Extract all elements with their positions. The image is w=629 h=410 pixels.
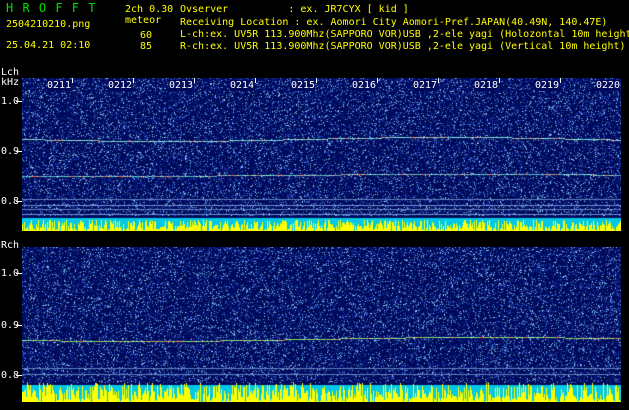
- time-tick-label: 0218: [474, 80, 499, 91]
- lch-spectrogram-canvas: [22, 78, 621, 231]
- meteor-count-l: 60: [140, 30, 153, 41]
- time-tick-label: 0219: [535, 80, 560, 91]
- time-tick-mark: [377, 78, 378, 83]
- location-line: Receiving Location : ex. Aomori City Aom…: [180, 17, 608, 28]
- rch-label: Rch: [1, 240, 20, 251]
- rch-info-line: R-ch:ex. UV5R 113.900Mhz(SAPPORO VOR)USB…: [180, 41, 626, 52]
- time-tick-label: 0217: [413, 80, 438, 91]
- time-tick-label: 0211: [47, 80, 72, 91]
- rch-spectrogram-canvas: [22, 247, 621, 402]
- time-tick-mark: [255, 78, 256, 83]
- meteor-count-r: 85: [140, 41, 153, 52]
- lch-spectrogram: 0211 0212 0213 0214 0215 0216 0217 0218 0219 0220: [22, 78, 621, 231]
- time-tick-label: 0212: [108, 80, 133, 91]
- time-tick-mark: [133, 78, 134, 83]
- rch-spectrogram: [22, 247, 621, 402]
- time-tick-mark: [316, 78, 317, 83]
- time-tick-mark: [194, 78, 195, 83]
- observer-line: Ovserver : ex. JR7CYX [ kid ]: [180, 4, 409, 15]
- time-tick-label: 0215: [291, 80, 316, 91]
- time-tick-mark: [438, 78, 439, 83]
- time-tick-mark: [499, 78, 500, 83]
- time-tick-label: 0214: [230, 80, 255, 91]
- time-tick-mark: [560, 78, 561, 83]
- app-title: H R O F F T: [6, 1, 97, 15]
- time-tick-label: 0220: [596, 80, 621, 91]
- lch-unit: kHz: [1, 77, 20, 88]
- time-tick-label: 0216: [352, 80, 377, 91]
- lch-info-line: L-ch:ex. UV5R 113.900Mhz(SAPPORO VOR)USB…: [180, 29, 629, 40]
- mode-label: 2ch 0.30: [125, 4, 174, 15]
- time-tick-mark: [72, 78, 73, 83]
- time-tick-label: 0213: [169, 80, 194, 91]
- meteor-label: meteor: [125, 15, 162, 26]
- datetime-label: 25.04.21 02:10: [6, 40, 91, 51]
- filename-label: 2504210210.png: [6, 19, 91, 30]
